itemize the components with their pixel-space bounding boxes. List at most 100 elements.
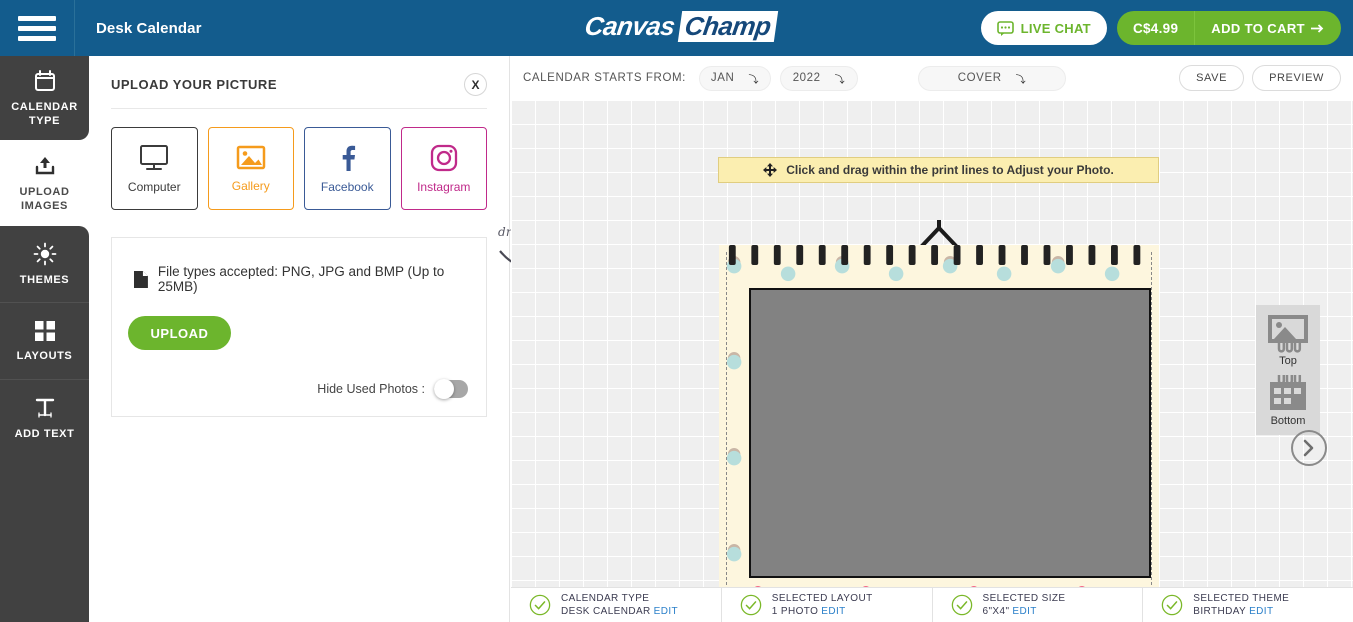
- position-option-bottom[interactable]: Bottom: [1266, 373, 1310, 427]
- sidebar-item-label: ADD TEXT: [14, 427, 75, 440]
- position-option-top[interactable]: Top: [1266, 313, 1310, 367]
- check-circle-icon: [529, 594, 551, 616]
- file-types-row: File types accepted: PNG, JPG and BMP (U…: [112, 238, 486, 294]
- grid-icon: [34, 320, 56, 342]
- next-page-button[interactable]: [1291, 430, 1327, 466]
- page-select[interactable]: COVER ⤵: [917, 65, 1066, 91]
- sun-icon: [33, 242, 57, 266]
- footer-cell-selected-size: SELECTED SIZE 6"X4" EDIT: [933, 588, 1144, 622]
- sidebar-item-label: CALENDAR TYPE: [11, 100, 78, 127]
- year-value: 2022: [792, 72, 821, 84]
- sidebar-item-themes[interactable]: THEMES: [0, 226, 89, 302]
- canvas-toolbar: CALENDAR STARTS FROM: JAN ⤵ 2022 ⤵ COVER…: [511, 56, 1353, 100]
- drag-hint-text: Click and drag within the print lines to…: [786, 163, 1114, 177]
- logo-canvas-text: Canvas: [582, 11, 677, 41]
- cart-group[interactable]: C$4.99 ADD TO CART: [1116, 11, 1341, 45]
- hamburger-bar: [18, 15, 56, 21]
- add-to-cart-label: ADD TO CART: [1211, 20, 1305, 36]
- monitor-icon: [140, 144, 169, 170]
- upload-panel-title: UPLOAD YOUR PICTURE: [111, 77, 277, 92]
- upload-source-facebook[interactable]: Facebook: [304, 127, 391, 210]
- footer-cell-value: BIRTHDAY EDIT: [1193, 606, 1274, 617]
- chevron-right-icon: [1303, 439, 1314, 457]
- upload-source-label: Instagram: [417, 179, 471, 194]
- app-header: Desk Calendar Canvas Champ LIVE CHAT C$4…: [0, 0, 1353, 56]
- photo-placeholder[interactable]: [749, 288, 1151, 578]
- page-title: Desk Calendar: [96, 19, 202, 37]
- close-icon[interactable]: X: [464, 73, 487, 96]
- live-chat-button[interactable]: LIVE CHAT: [980, 11, 1107, 45]
- month-select[interactable]: JAN ⤵: [698, 65, 771, 91]
- sidebar-filler: [0, 456, 89, 622]
- upload-icon: [33, 154, 57, 178]
- upload-source-row: Computer Gallery Facebook Instagram: [89, 109, 509, 210]
- footer-cell-title: CALENDAR TYPE: [561, 593, 650, 604]
- upload-source-instagram[interactable]: Instagram: [400, 127, 487, 210]
- live-chat-label: LIVE CHAT: [1020, 20, 1091, 36]
- upload-panel: UPLOAD YOUR PICTURE X Computer Gallery F…: [89, 56, 510, 622]
- toggle-knob: [434, 379, 454, 399]
- hide-used-photos-toggle[interactable]: [434, 379, 468, 399]
- page-value: COVER: [957, 72, 1002, 84]
- edit-link[interactable]: EDIT: [1249, 606, 1273, 617]
- footer-cell-title: SELECTED LAYOUT: [771, 593, 873, 604]
- hamburger-bar: [18, 25, 56, 31]
- design-stage[interactable]: Click and drag within the print lines to…: [511, 100, 1353, 587]
- upload-source-label: Gallery: [231, 178, 270, 193]
- sidebar-item-label: UPLOAD IMAGES: [19, 185, 70, 212]
- check-circle-icon: [740, 594, 762, 616]
- sidebar-item-upload-images[interactable]: UPLOAD IMAGES: [0, 140, 89, 226]
- upload-source-gallery[interactable]: Gallery: [207, 127, 294, 210]
- footer-cell-text: CALENDAR TYPE DESK CALENDAR EDIT: [561, 592, 678, 618]
- footer-cell-title: SELECTED SIZE: [982, 593, 1066, 604]
- photo-position-control: Top Bottom: [1256, 305, 1320, 435]
- edit-link[interactable]: EDIT: [654, 606, 678, 617]
- sidebar-item-calendar-type[interactable]: CALENDAR TYPE: [0, 56, 89, 140]
- sidebar-item-label: THEMES: [19, 273, 70, 286]
- preview-button[interactable]: PREVIEW: [1252, 65, 1341, 91]
- hide-used-photos-label: Hide Used Photos :: [317, 382, 425, 396]
- calendar-preview[interactable]: [719, 220, 1159, 587]
- footer-cell-value: DESK CALENDAR EDIT: [561, 606, 679, 617]
- status-footer: CALENDAR TYPE DESK CALENDAR EDIT SELECTED…: [511, 587, 1353, 622]
- check-circle-icon: [951, 594, 972, 616]
- add-to-cart-button[interactable]: ADD TO CART: [1195, 11, 1341, 45]
- sidebar-item-label: LAYOUTS: [16, 349, 73, 362]
- logo-champ-text: Champ: [677, 11, 778, 42]
- footer-cell-selected-theme: SELECTED THEME BIRTHDAY EDIT: [1143, 588, 1353, 622]
- chevron-down-icon: ⤵: [1015, 74, 1027, 86]
- image-icon: [236, 145, 265, 169]
- calendar-body[interactable]: [719, 245, 1159, 587]
- sidebar-item-add-text[interactable]: ADD TEXT: [0, 380, 89, 456]
- edit-link[interactable]: EDIT: [1012, 606, 1036, 617]
- footer-cell-text: SELECTED SIZE 6"X4" EDIT: [983, 592, 1066, 618]
- month-value: JAN: [710, 72, 735, 84]
- upload-source-computer[interactable]: Computer: [111, 127, 198, 210]
- position-option-label: Bottom: [1270, 415, 1306, 427]
- year-select[interactable]: 2022 ⤵: [779, 65, 858, 91]
- upload-source-label: Facebook: [320, 179, 374, 194]
- upload-dropzone[interactable]: File types accepted: PNG, JPG and BMP (U…: [111, 237, 487, 417]
- chat-bubble-icon: [996, 20, 1014, 36]
- brand-logo[interactable]: Canvas Champ: [582, 11, 778, 42]
- toolbar-right-actions: SAVE PREVIEW: [1179, 65, 1341, 91]
- calendar-stand-icon: [919, 220, 959, 248]
- facebook-icon: [342, 145, 356, 171]
- footer-cell-calendar-type: CALENDAR TYPE DESK CALENDAR EDIT: [511, 588, 722, 622]
- chevron-down-icon: ⤵: [834, 74, 846, 86]
- move-arrows-icon: [763, 163, 778, 177]
- starts-from-label: CALENDAR STARTS FROM:: [523, 72, 686, 84]
- upload-panel-header: UPLOAD YOUR PICTURE X: [89, 56, 509, 108]
- footer-cell-title: SELECTED THEME: [1193, 593, 1290, 604]
- hide-used-photos-row: Hide Used Photos :: [317, 379, 468, 399]
- cart-price: C$4.99: [1117, 11, 1196, 45]
- upload-button[interactable]: UPLOAD: [128, 316, 231, 350]
- save-button[interactable]: SAVE: [1179, 65, 1245, 91]
- hamburger-icon[interactable]: [0, 0, 75, 56]
- photo-top-icon: [1268, 315, 1308, 353]
- footer-cell-text: SELECTED THEME BIRTHDAY EDIT: [1193, 592, 1289, 618]
- edit-link[interactable]: EDIT: [821, 606, 845, 617]
- editor-canvas-area: CALENDAR STARTS FROM: JAN ⤵ 2022 ⤵ COVER…: [511, 56, 1353, 622]
- header-actions: LIVE CHAT C$4.99 ADD TO CART: [980, 11, 1341, 45]
- sidebar-item-layouts[interactable]: LAYOUTS: [0, 303, 89, 379]
